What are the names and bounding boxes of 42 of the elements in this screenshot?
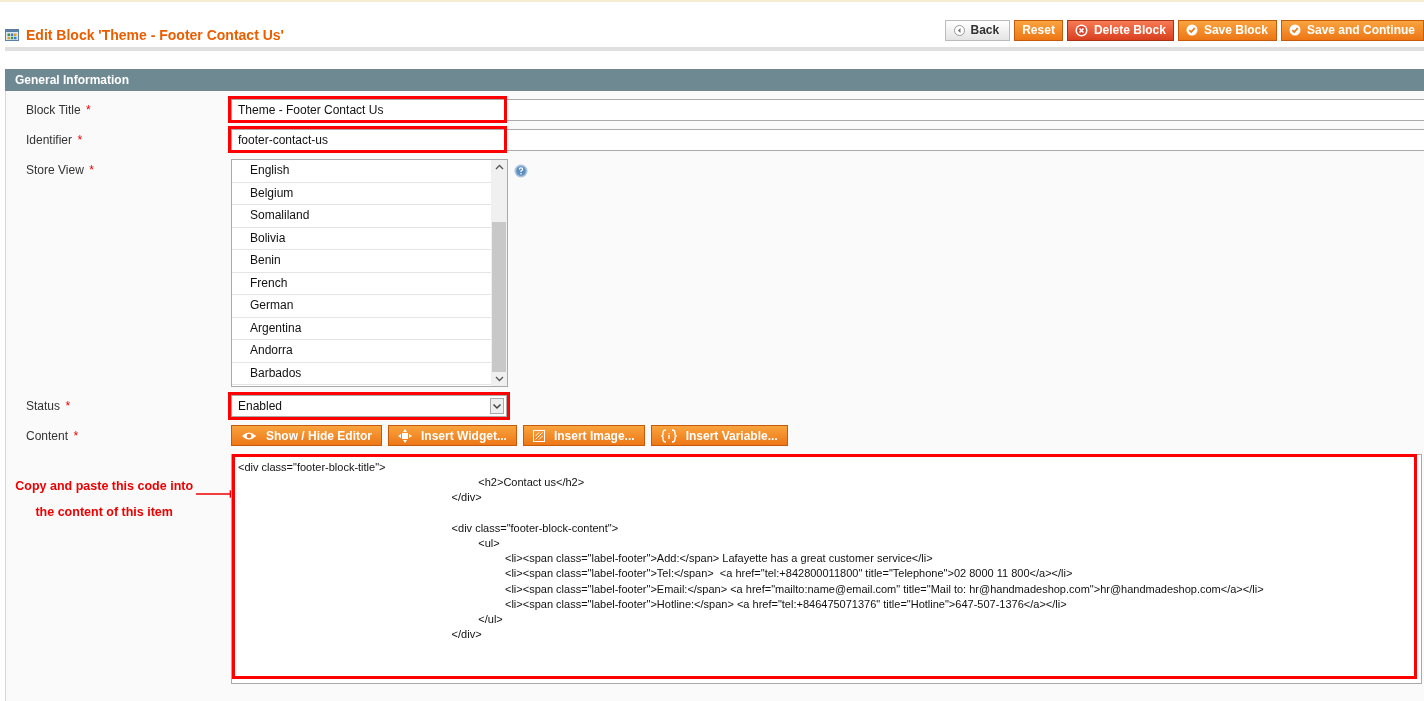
help-icon[interactable] bbox=[514, 164, 528, 178]
grid-icon bbox=[5, 28, 19, 41]
scrollbar[interactable] bbox=[491, 160, 507, 386]
required-mark: * bbox=[89, 163, 94, 177]
dropdown-icon[interactable] bbox=[490, 398, 504, 414]
field-label: Status bbox=[26, 399, 61, 413]
check-icon bbox=[1288, 24, 1301, 36]
list-option[interactable]: French bbox=[232, 272, 491, 295]
status-select[interactable]: Enabled bbox=[231, 395, 507, 417]
list-option[interactable]: Andorra bbox=[232, 340, 491, 363]
annotation-text: Copy and paste this code into the content of this item bbox=[14, 478, 195, 521]
scroll-down-icon[interactable] bbox=[494, 376, 504, 382]
store-view-list[interactable]: English Belgium Somaliland Bolivia Benin French German Argentina Andorra Barbados bbox=[231, 159, 508, 387]
text-field[interactable]: Theme - Footer Contact Us bbox=[231, 99, 1424, 121]
section-header: General Information bbox=[5, 69, 1424, 91]
list-option[interactable]: Bolivia bbox=[232, 227, 491, 250]
list-option[interactable]: Belgium bbox=[232, 182, 491, 205]
content-textarea[interactable]: <div class="footer-block-title"> <h2>Contact us</h2> </div> <div class="footer-block-content"> <ul> <li><span class="label-footer">Add:</span> Lafayette has a great customer service</li> <li><span class="label-footer">Tel:</span> <a href="tel:+842800011800" title="Telephone">02 8000 11 800</a></li> <li><span class="label-footer">Email:</span> <a href="mailto:name@email.com" title="Mail to: hr@handmadeshop.com">hr@handmadeshop.com</a></li> <li><span class="label-footer">Hotline:</span> <a href="tel:+846475071376" title="Hotline">647-507-1376</a></li> </ul> </div> bbox=[231, 454, 1422, 684]
field-label: Store View bbox=[26, 163, 84, 177]
braces-icon bbox=[660, 428, 677, 443]
list-option[interactable]: Argentina bbox=[232, 317, 491, 340]
page-title: Edit Block 'Theme - Footer Contact Us' bbox=[26, 26, 284, 43]
required-mark: * bbox=[65, 399, 71, 413]
eye-icon bbox=[241, 430, 257, 441]
image-icon bbox=[532, 429, 545, 442]
list-option[interactable]: Barbados bbox=[232, 362, 491, 385]
list-option[interactable]: Somaliland bbox=[232, 205, 491, 228]
list-option[interactable]: Benin bbox=[232, 250, 491, 273]
field-label: Identifier bbox=[26, 133, 73, 147]
scroll-up-icon[interactable] bbox=[494, 164, 504, 170]
widget-icon bbox=[398, 428, 412, 443]
back-button[interactable]: Back bbox=[944, 19, 1011, 41]
text-field[interactable]: footer-contact-us bbox=[231, 129, 1424, 151]
delete-icon bbox=[1074, 23, 1088, 37]
field-label: Content bbox=[26, 429, 69, 443]
check-icon bbox=[1185, 24, 1198, 36]
list-option[interactable]: English bbox=[232, 160, 491, 183]
required-mark: * bbox=[73, 429, 79, 443]
required-mark: * bbox=[77, 133, 83, 147]
required-mark: * bbox=[86, 103, 91, 117]
field-label: Block Title bbox=[26, 103, 81, 117]
list-option[interactable]: German bbox=[232, 295, 491, 318]
